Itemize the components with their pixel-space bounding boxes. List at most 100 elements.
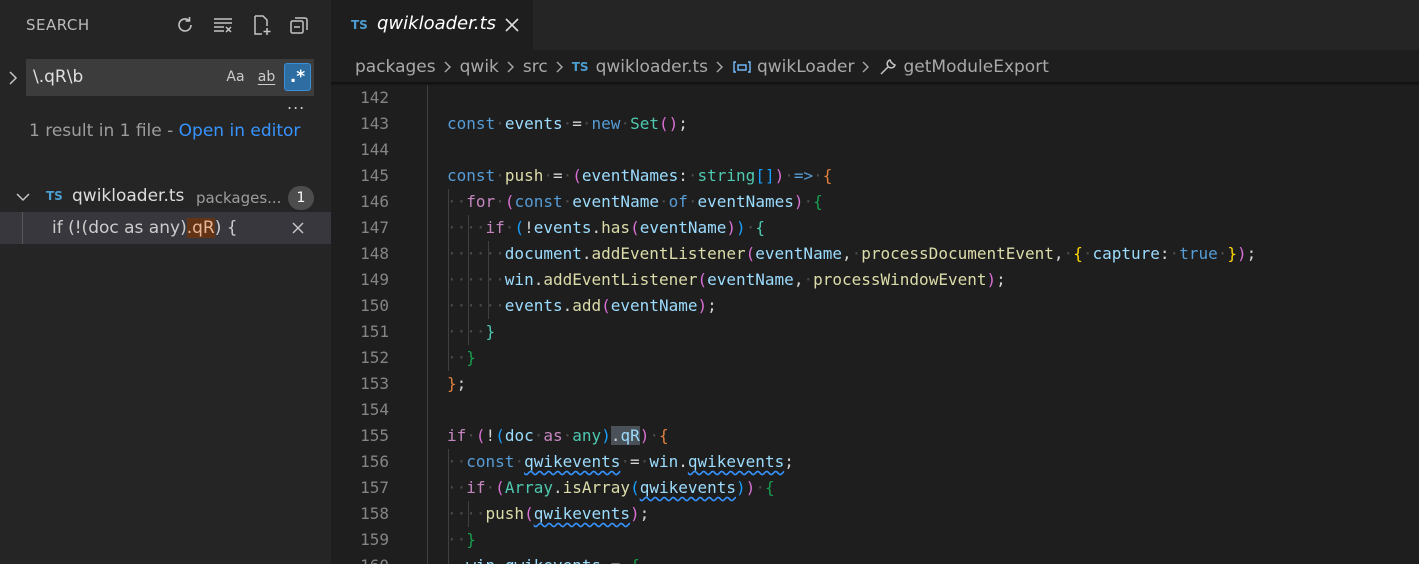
line-number: 153 <box>360 374 389 393</box>
result-file-path: packages... <box>196 189 282 207</box>
code-text: const·push·=·(eventNames:·string[])·=>·{ <box>447 166 833 185</box>
indent-guide <box>427 527 428 553</box>
match-before-text: if (!(doc as any) <box>52 218 187 238</box>
line-number: 159 <box>360 530 389 549</box>
code-text: ··} <box>447 530 476 549</box>
search-match-item[interactable]: if (!(doc as any).qR) { <box>0 212 331 244</box>
code-line: 150 ······events.add(eventName); <box>331 293 1419 319</box>
line-number: 150 <box>360 296 389 315</box>
code-text: ······win.addEventListener(eventName,·pr… <box>447 270 1006 289</box>
line-number: 151 <box>360 322 389 341</box>
toggle-replace-chevron-icon[interactable] <box>4 66 22 90</box>
line-number: 145 <box>360 166 389 185</box>
line-number: 156 <box>360 452 389 471</box>
match-case-button[interactable]: Aa <box>222 63 249 91</box>
search-input-value[interactable]: \.qR\b <box>33 67 83 87</box>
code-line: 152 ··} <box>331 345 1419 371</box>
code-line: 155 if·(!(doc·as·any).qR)·{ <box>331 423 1419 449</box>
new-search-editor-icon[interactable] <box>248 12 274 38</box>
code-text: if·(!(doc·as·any).qR)·{ <box>447 426 669 445</box>
tab-label: qwikloader.ts <box>377 13 497 34</box>
line-number: 149 <box>360 270 389 289</box>
match-highlight: .qR <box>186 218 215 238</box>
code-line: 147 ····if·(!events.has(eventName))·{ <box>331 215 1419 241</box>
code-text: const·events·=·new·Set(); <box>447 114 688 133</box>
code-line: 154 <box>331 397 1419 423</box>
result-count-badge: 1 <box>288 186 314 210</box>
code-line: 145 const·push·=·(eventNames:·string[])·… <box>331 163 1419 189</box>
code-text: ······document.addEventListener(eventNam… <box>447 244 1257 263</box>
code-text: ··const·qwikevents·=·win.qwikevents; <box>447 452 794 471</box>
indent-guide <box>427 111 428 137</box>
close-tab-icon[interactable] <box>504 17 520 37</box>
breadcrumb-packages[interactable]: packages <box>355 57 436 77</box>
code-line: 144 <box>331 137 1419 163</box>
code-editor: TS qwikloader.ts packages qwik src TS qw… <box>331 0 1419 564</box>
chevron-right-icon <box>555 60 565 74</box>
breadcrumb-symbol-getmoduleexport[interactable]: getModuleExport <box>903 57 1048 77</box>
dismiss-match-icon[interactable] <box>290 220 306 240</box>
code-line: 157 ··if·(Array.isArray(qwikevents))·{ <box>331 475 1419 501</box>
line-number: 142 <box>360 88 389 107</box>
indent-guide <box>427 293 428 319</box>
search-options: Aa ab .* <box>222 63 311 91</box>
indent-guide <box>427 137 428 163</box>
code-text: ······events.add(eventName); <box>447 296 717 315</box>
code-line: 146 ··for·(const·eventName·of·eventNames… <box>331 189 1419 215</box>
code-text: ····} <box>447 322 496 341</box>
code-text: ····push(qwikevents); <box>447 504 650 523</box>
code-text: ··} <box>447 348 476 367</box>
breadcrumb-src[interactable]: src <box>523 57 548 77</box>
line-number: 157 <box>360 478 389 497</box>
breadcrumb-qwik[interactable]: qwik <box>460 57 499 77</box>
wrench-icon <box>878 57 898 77</box>
chevron-right-icon <box>443 60 453 74</box>
sidebar-title: SEARCH <box>26 16 90 34</box>
line-number: 160 <box>331 553 389 564</box>
line-number: 146 <box>360 192 389 211</box>
chevron-right-icon <box>506 60 516 74</box>
code-line: 149 ······win.addEventListener(eventName… <box>331 267 1419 293</box>
open-in-editor-link[interactable]: Open in editor <box>179 121 301 141</box>
result-file-row[interactable]: TS qwikloader.ts packages... 1 <box>0 184 331 210</box>
breadcrumb-symbol-qwikloader[interactable]: qwikLoader <box>757 57 855 77</box>
breadcrumb-file[interactable]: qwikloader.ts <box>596 57 708 77</box>
indent-guide <box>427 397 428 423</box>
typescript-file-icon: TS <box>46 189 63 203</box>
code-text: ··for·(const·eventName·of·eventNames)·{ <box>447 192 823 211</box>
clear-results-icon[interactable] <box>210 12 236 38</box>
code-line: 159 ··} <box>331 527 1419 553</box>
line-number: 147 <box>360 218 389 237</box>
indent-guide <box>427 553 428 564</box>
chevron-right-icon <box>715 60 725 74</box>
results-summary: 1 result in 1 file - Open in editor <box>29 118 319 144</box>
typescript-file-icon: TS <box>351 18 368 32</box>
line-number: 158 <box>360 504 389 523</box>
code-line: 156 ··const·qwikevents·=·win.qwikevents; <box>331 449 1419 475</box>
indent-guide <box>427 319 428 345</box>
indent-guide <box>427 163 428 189</box>
indent-guide <box>427 189 428 215</box>
chevron-down-icon[interactable] <box>15 189 31 208</box>
indent-guide <box>427 475 428 501</box>
toggle-search-details-button[interactable]: ... <box>287 94 305 113</box>
match-whole-word-button[interactable]: ab <box>253 63 280 91</box>
sidebar-actions <box>172 12 312 38</box>
collapse-all-icon[interactable] <box>286 12 312 38</box>
results-summary-text: 1 result in 1 file - <box>29 121 179 141</box>
code-text: ··win.qwikevents·=·{ <box>447 553 640 564</box>
use-regex-button[interactable]: .* <box>284 63 311 91</box>
refresh-icon[interactable] <box>172 12 198 38</box>
code-line: 160 ··win.qwikevents·=·{ <box>331 553 1419 564</box>
code-line: 151 ····} <box>331 319 1419 345</box>
line-number: 144 <box>360 140 389 159</box>
indent-guide <box>427 267 428 293</box>
code-line: 142 <box>331 85 1419 111</box>
indent-guide <box>427 215 428 241</box>
breadcrumb: packages qwik src TS qwikloader.ts qwikL… <box>355 54 1049 80</box>
match-after-text: ) { <box>214 218 238 238</box>
variable-symbol-icon <box>732 59 752 75</box>
tab-qwikloader[interactable]: TS qwikloader.ts <box>331 0 533 50</box>
line-number: 143 <box>360 114 389 133</box>
search-input[interactable]: \.qR\b Aa ab .* <box>26 59 314 96</box>
